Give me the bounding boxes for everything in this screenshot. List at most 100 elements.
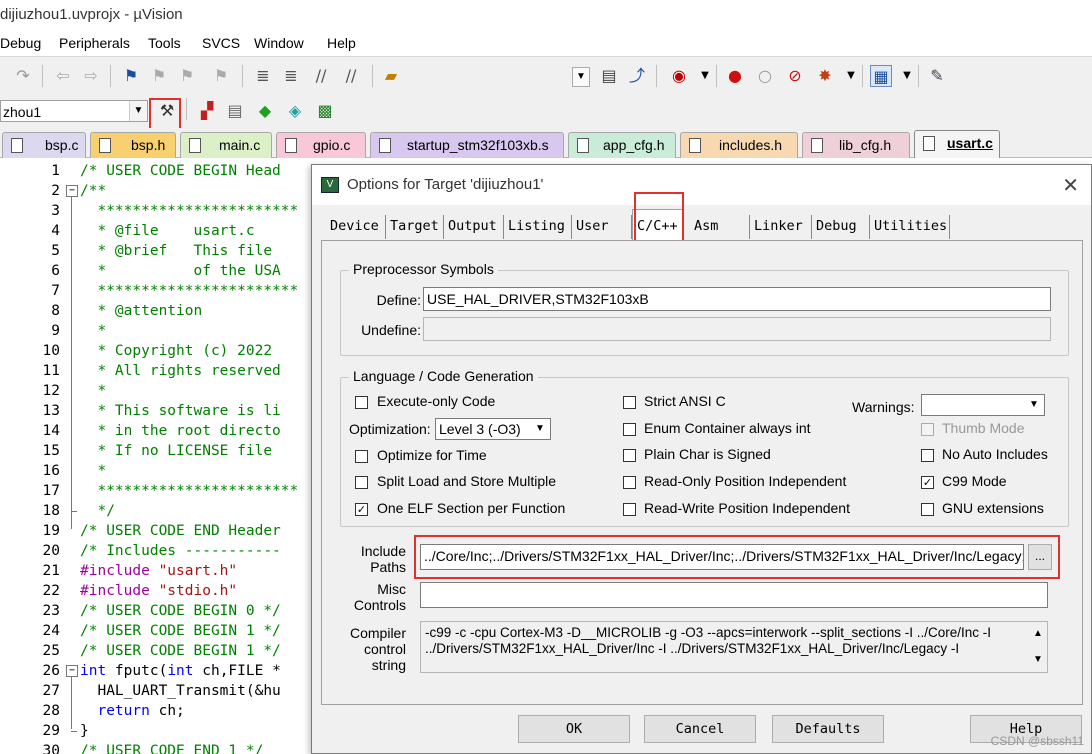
menu-tools[interactable]: Tools [148, 35, 181, 51]
line-number: 25 [42, 643, 60, 659]
debug-session-icon[interactable]: ◉ [668, 65, 690, 87]
defaults-button[interactable]: Defaults [772, 715, 884, 743]
enum-container-checkbox[interactable] [623, 423, 636, 436]
file-tab[interactable]: includes.h [680, 132, 798, 158]
file-tab[interactable]: app_cfg.h [568, 132, 676, 158]
pack-installer-icon[interactable]: ◈ [284, 100, 306, 122]
tab-debug[interactable]: Debug [812, 215, 870, 239]
line-number: 14 [42, 423, 60, 439]
menu-svcs[interactable]: SVCS [202, 35, 240, 51]
bookmark-clear-icon[interactable]: ⚑ [210, 65, 232, 87]
warnings-select[interactable]: ▼ [921, 394, 1045, 416]
file-tab[interactable]: startup_stm32f103xb.s [370, 132, 564, 158]
misc-controls-field[interactable] [420, 582, 1048, 608]
split-load-store-checkbox[interactable] [355, 476, 368, 489]
one-elf-section-checkbox[interactable]: ✓ [355, 503, 368, 516]
rw-position-independent-checkbox[interactable] [623, 503, 636, 516]
tab-target[interactable]: Target [386, 215, 444, 239]
code-area[interactable]: /* USER CODE BEGIN Head/** *************… [80, 159, 320, 754]
undefine-field[interactable] [423, 317, 1051, 341]
file-tab-label: app_cfg.h [603, 137, 665, 153]
file-tab[interactable]: main.c [180, 132, 272, 158]
file-tab-active[interactable]: usart.c [914, 130, 1000, 158]
tab-linker[interactable]: Linker [750, 215, 812, 239]
open-file-icon[interactable]: ▰ [380, 65, 402, 87]
bookmark-next-icon[interactable]: ⚑ [176, 65, 198, 87]
line-number: 12 [42, 383, 60, 399]
code-line: * This software is li [80, 403, 281, 419]
tab-asm[interactable]: Asm [690, 215, 750, 239]
plain-char-signed-checkbox[interactable] [623, 449, 636, 462]
file-tab[interactable]: bsp.c [2, 132, 86, 158]
debug-dropdown-icon[interactable]: ▼ [694, 65, 716, 87]
menu-peripherals[interactable]: Peripherals [59, 35, 130, 51]
nav-back-icon[interactable]: ⇦ [52, 65, 74, 87]
insert-breakpoint-icon[interactable]: ● [724, 65, 746, 87]
comment-icon[interactable]: // [310, 65, 332, 87]
compiler-control-string[interactable]: -c99 -c -cpu Cortex-M3 -D__MICROLIB -g -… [420, 621, 1048, 673]
file-tab[interactable]: bsp.h [90, 132, 176, 158]
fold-toggle-icon[interactable]: − [66, 665, 78, 677]
tab-utilities[interactable]: Utilities [870, 215, 950, 239]
file-tab[interactable]: lib_cfg.h [802, 132, 910, 158]
execute-only-checkbox[interactable] [355, 396, 368, 409]
thumb-mode-checkbox[interactable] [921, 423, 934, 436]
optimization-select[interactable]: Level 3 (-O3) ▼ [435, 418, 551, 440]
optimization-label: Optimization: [349, 421, 431, 437]
fold-guide-end [71, 731, 77, 732]
compiler-scrollbar[interactable]: ▲ ▼ [1029, 622, 1047, 672]
file-icon [689, 138, 701, 153]
indent-icon[interactable]: ≣ [252, 65, 274, 87]
menu-help[interactable]: Help [327, 35, 356, 51]
layout-dropdown-icon[interactable]: ▼ [896, 65, 918, 87]
kill-breakpoints-icon[interactable]: ✸ [814, 65, 836, 87]
file-tab[interactable]: gpio.c [276, 132, 366, 158]
manage-components-icon[interactable]: ▞ [196, 100, 218, 122]
checkbox-label: Read-Write Position Independent [644, 500, 850, 516]
target-select[interactable]: zhou1 ▼ [0, 100, 148, 122]
enable-breakpoint-icon[interactable]: ○ [754, 65, 776, 87]
c99-mode-checkbox[interactable]: ✓ [921, 476, 934, 489]
tab-output[interactable]: Output [444, 215, 504, 239]
file-tab-label: bsp.c [45, 137, 79, 153]
breakpoint-dropdown-icon[interactable]: ▼ [840, 65, 862, 87]
configure-icon[interactable]: ✎ [926, 65, 948, 87]
ro-position-independent-checkbox[interactable] [623, 476, 636, 489]
strict-ansi-c-checkbox[interactable] [623, 396, 636, 409]
bookmark-prev-icon[interactable]: ⚑ [148, 65, 170, 87]
bookmark-icon[interactable]: ⚑ [120, 65, 142, 87]
redo-icon[interactable]: ↷ [12, 65, 34, 87]
fold-toggle-icon[interactable]: − [66, 185, 78, 197]
incremental-find-icon[interactable]: ⤴ [626, 65, 648, 87]
gnu-extensions-checkbox[interactable] [921, 503, 934, 516]
unindent-icon[interactable]: ≣ [280, 65, 302, 87]
run-time-env-icon[interactable]: ▩ [314, 100, 336, 122]
optimize-time-checkbox[interactable] [355, 450, 368, 463]
chevron-down-icon[interactable]: ▼ [1033, 652, 1043, 668]
ok-button[interactable]: OK [518, 715, 630, 743]
file-icon [379, 138, 391, 153]
code-editor[interactable]: 1 2 3 4 5 6 7 8 9 10 11 12 13 14 15 16 17 18 19 20 21 22 23 24 2… [0, 159, 320, 754]
cancel-button[interactable]: Cancel [644, 715, 756, 743]
menu-debug[interactable]: Debug [0, 35, 41, 51]
tab-listing[interactable]: Listing [504, 215, 572, 239]
find-in-files-icon[interactable]: ▤ [598, 65, 620, 87]
tab-device[interactable]: Device [326, 215, 386, 239]
select-packs-icon[interactable]: ◆ [254, 100, 276, 122]
close-icon[interactable]: ✕ [1062, 173, 1079, 197]
code-token: int [80, 663, 107, 679]
tab-user[interactable]: User [572, 215, 632, 239]
disable-breakpoints-icon[interactable]: ⊘ [784, 65, 806, 87]
uncomment-icon[interactable]: // [340, 65, 362, 87]
no-auto-includes-checkbox[interactable] [921, 449, 934, 462]
find-combo-arrow[interactable]: ▼ [572, 67, 590, 87]
nav-forward-icon[interactable]: ⇨ [80, 65, 102, 87]
window-layout-icon[interactable]: ▦ [870, 65, 892, 87]
line-number: 19 [42, 523, 60, 539]
define-field[interactable]: USE_HAL_DRIVER,STM32F103xB [423, 287, 1051, 311]
chevron-up-icon[interactable]: ▲ [1033, 626, 1043, 642]
menu-window[interactable]: Window [254, 35, 304, 51]
file-extensions-icon[interactable]: ▤ [224, 100, 246, 122]
line-number: 28 [42, 703, 60, 719]
warnings-label: Warnings: [852, 399, 915, 415]
